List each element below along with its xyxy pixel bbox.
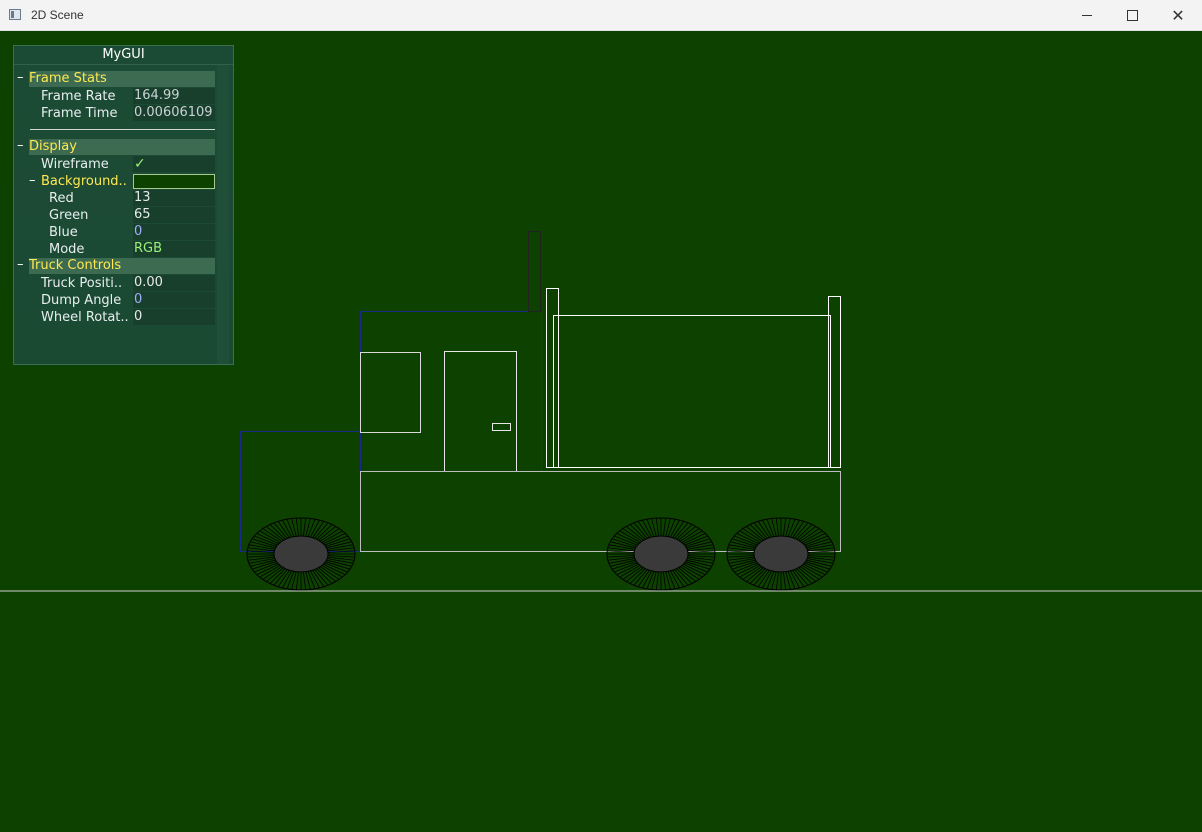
wheel-3 bbox=[726, 517, 836, 591]
mode-label: Mode bbox=[49, 242, 85, 257]
frame-rate-label: Frame Rate bbox=[41, 89, 116, 104]
wheel-1 bbox=[246, 517, 356, 591]
gui-title: MyGUI bbox=[14, 46, 233, 65]
dump-bed bbox=[553, 315, 831, 468]
truck-position-label: Truck Positi.. bbox=[41, 276, 123, 291]
frame-rate-value: 164.99 bbox=[133, 88, 215, 104]
wireframe-checkbox[interactable]: ✓ bbox=[133, 156, 215, 172]
background-collapse-icon[interactable]: – bbox=[29, 173, 39, 189]
cab-window bbox=[360, 352, 421, 433]
wheel-2 bbox=[606, 517, 716, 591]
exhaust-stack bbox=[528, 231, 541, 312]
mygui-panel[interactable]: MyGUI – Frame Stats Frame Rate 164.99 Fr… bbox=[13, 45, 234, 365]
checkmark-icon: ✓ bbox=[134, 156, 146, 172]
display-collapse-icon[interactable]: – bbox=[17, 138, 27, 154]
display-label: Display bbox=[29, 139, 77, 154]
frame-time-value: 0.00606109 bbox=[133, 105, 215, 121]
truck-position-slider[interactable]: 0.00 bbox=[133, 275, 215, 291]
gui-scrollbar[interactable] bbox=[217, 65, 229, 364]
background-color-swatch[interactable] bbox=[133, 174, 215, 189]
dump-angle-label: Dump Angle bbox=[41, 293, 122, 308]
red-input[interactable]: 13 bbox=[133, 190, 215, 206]
wireframe-label: Wireframe bbox=[41, 157, 109, 172]
frame-stats-label: Frame Stats bbox=[29, 71, 107, 86]
background-label[interactable]: Background.. bbox=[41, 173, 127, 190]
blue-input[interactable]: 0 bbox=[133, 224, 215, 240]
dump-angle-input[interactable]: 0 bbox=[133, 292, 215, 308]
truck-controls-label: Truck Controls bbox=[29, 258, 122, 273]
green-label: Green bbox=[49, 208, 89, 223]
truck-cab bbox=[360, 311, 542, 472]
frame-stats-header[interactable]: Frame Stats bbox=[29, 71, 215, 87]
door-handle bbox=[492, 423, 511, 431]
frame-stats-collapse-icon[interactable]: – bbox=[17, 70, 27, 86]
wheel-rotation-input[interactable]: 0 bbox=[133, 309, 215, 325]
truck-hood bbox=[240, 431, 361, 552]
blue-label: Blue bbox=[49, 225, 78, 240]
truck-controls-header[interactable]: Truck Controls bbox=[29, 258, 215, 274]
section-divider bbox=[30, 129, 215, 130]
truck-controls-collapse-icon[interactable]: – bbox=[17, 257, 27, 273]
wheels-group bbox=[246, 517, 836, 591]
wheel-rotation-label: Wheel Rotat.. bbox=[41, 310, 129, 325]
green-input[interactable]: 65 bbox=[133, 207, 215, 223]
mode-selector[interactable]: RGB bbox=[133, 241, 215, 257]
frame-time-label: Frame Time bbox=[41, 106, 118, 121]
cab-door bbox=[444, 351, 517, 472]
red-label: Red bbox=[49, 191, 74, 206]
display-header[interactable]: Display bbox=[29, 139, 215, 155]
